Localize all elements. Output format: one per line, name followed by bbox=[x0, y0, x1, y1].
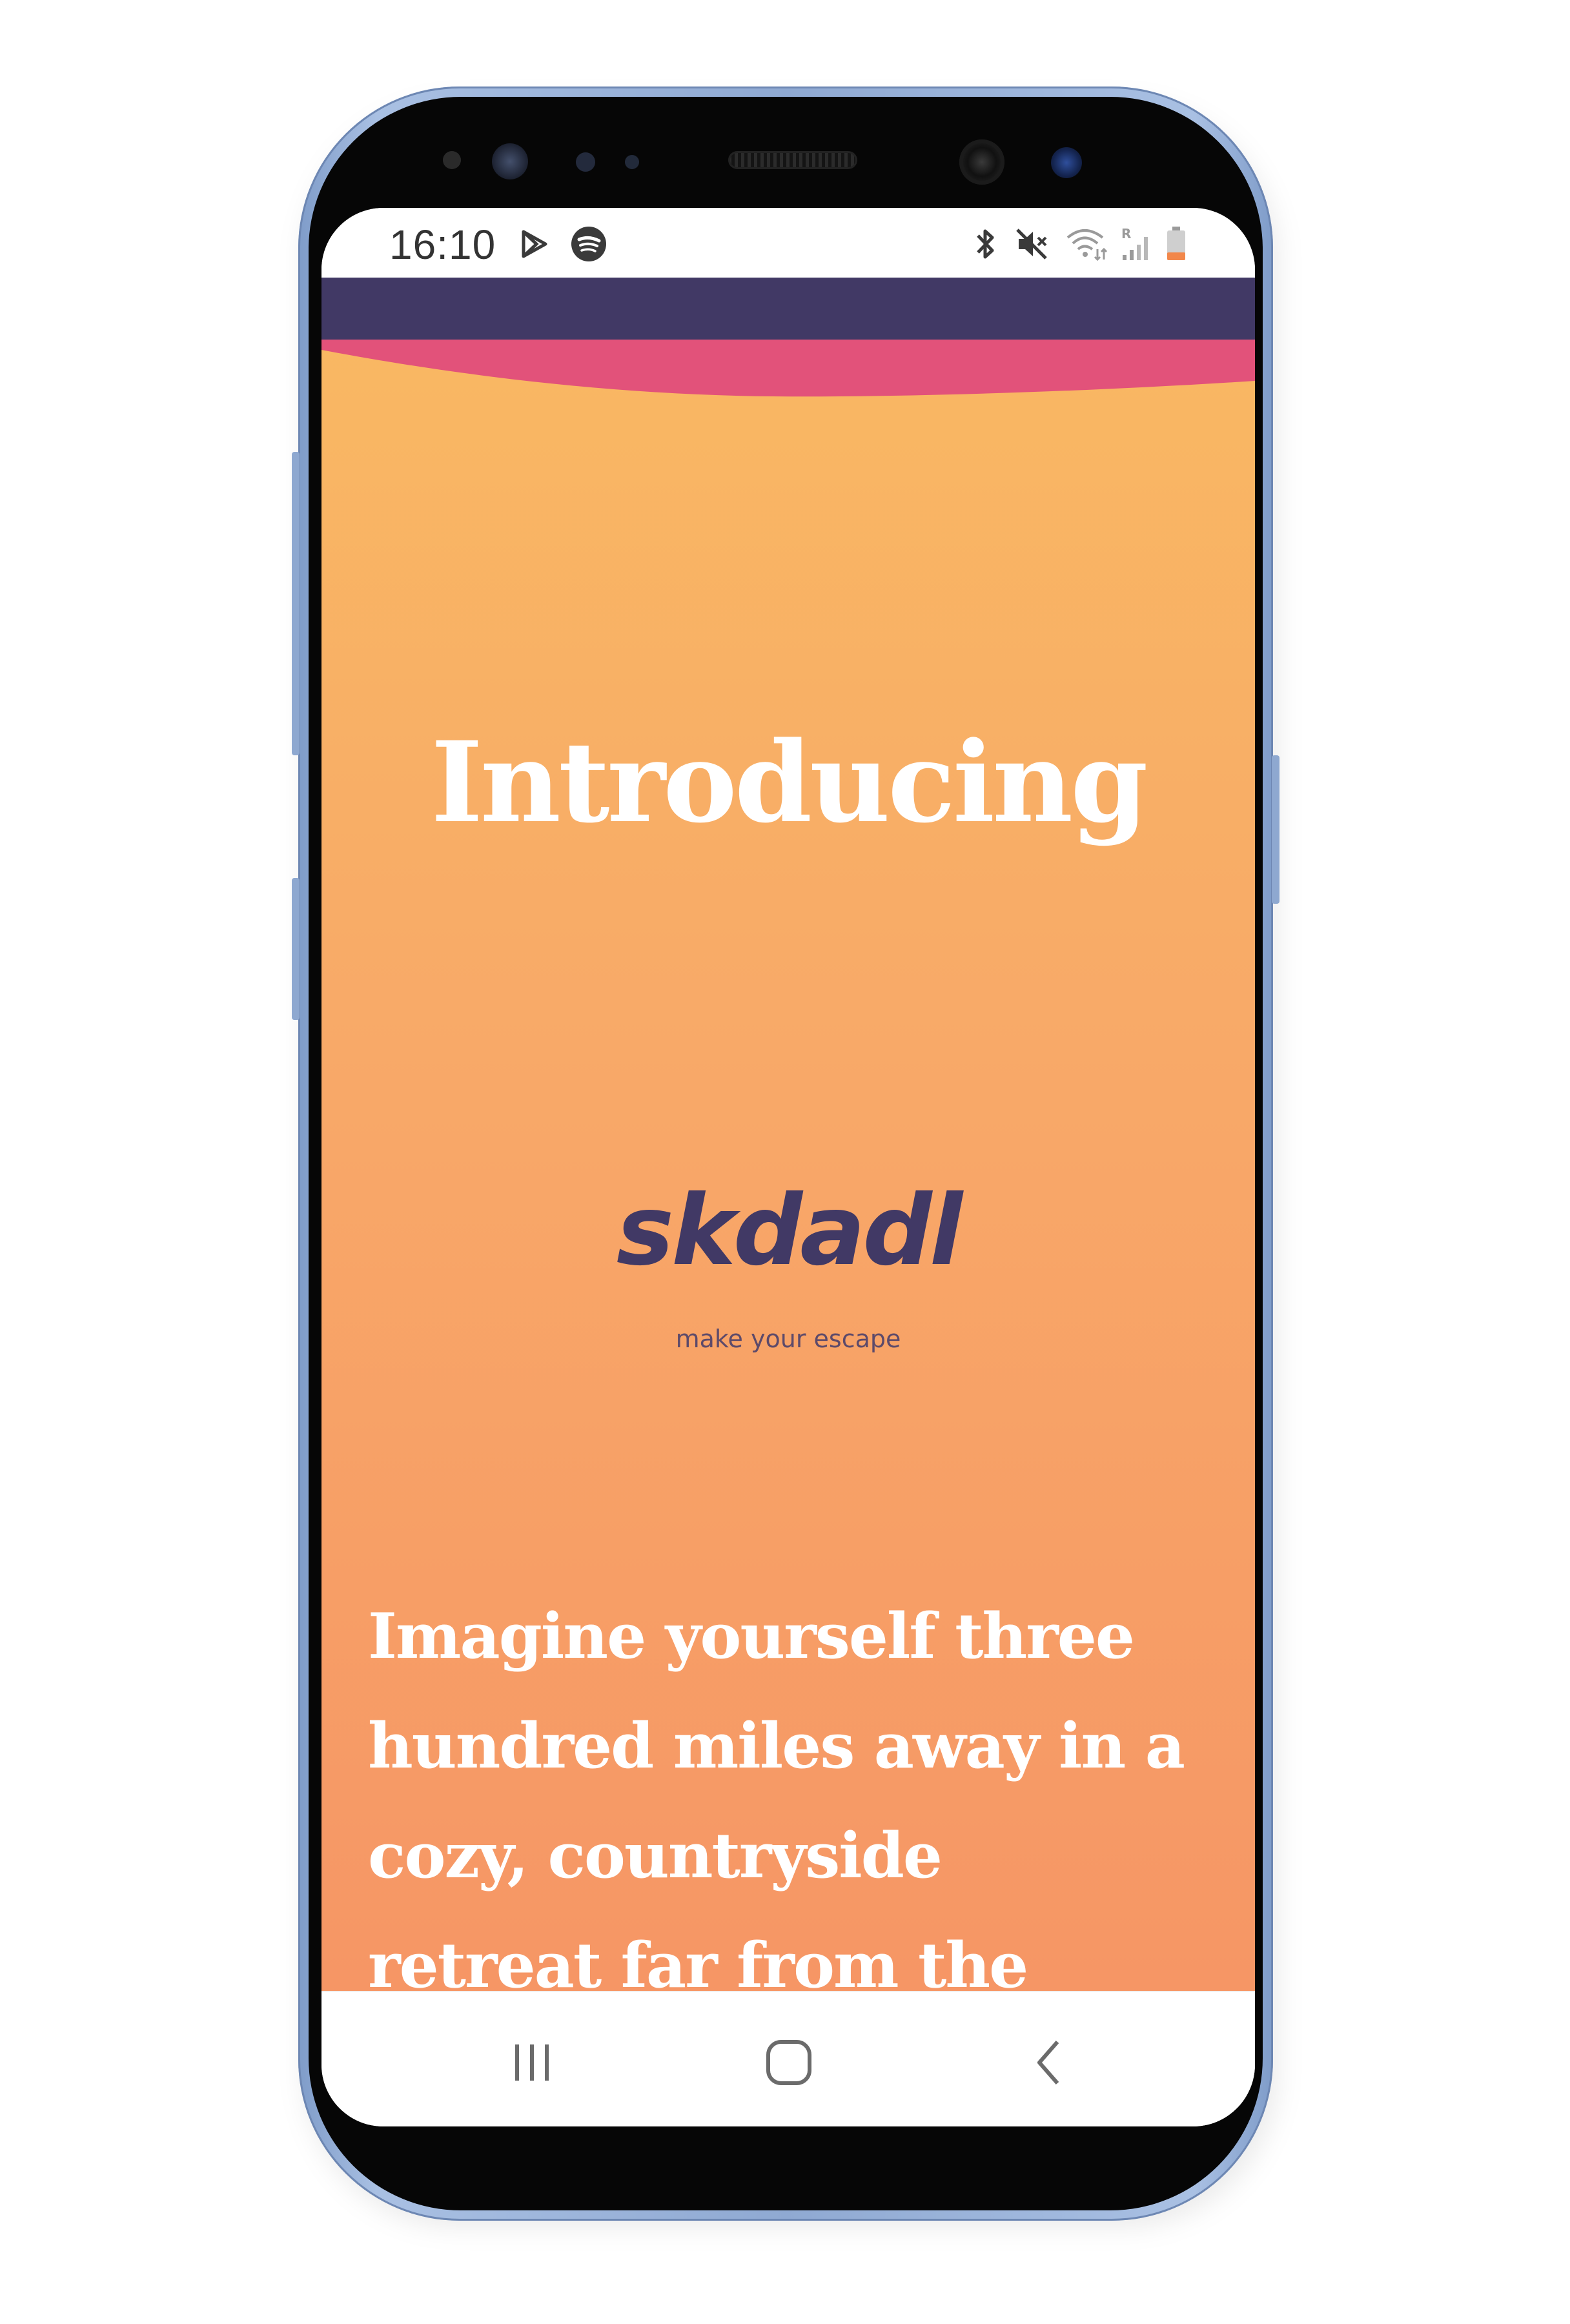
volume-up-button[interactable] bbox=[292, 452, 300, 755]
signal-icon: R bbox=[1114, 225, 1156, 263]
front-camera bbox=[959, 139, 1004, 185]
status-bar: 16:10 R bbox=[321, 208, 1255, 278]
wifi-icon bbox=[1064, 225, 1109, 263]
iris-camera bbox=[1051, 147, 1082, 178]
status-time: 16:10 bbox=[389, 221, 496, 268]
bluetooth-icon bbox=[970, 225, 1002, 263]
iris-scanner bbox=[492, 143, 528, 179]
proximity-sensor bbox=[443, 151, 461, 169]
intro-paragraph: Imagine yourself three hundred miles awa… bbox=[368, 1600, 1185, 1991]
phone-screen: 16:10 R Introducing skdadl make your esc… bbox=[321, 208, 1255, 2126]
recent-apps-icon bbox=[515, 2044, 549, 2081]
battery-icon bbox=[1161, 225, 1192, 263]
play-store-icon bbox=[515, 225, 554, 263]
svg-text:R: R bbox=[1121, 226, 1131, 241]
bixby-button[interactable] bbox=[292, 878, 300, 1020]
home-button[interactable] bbox=[750, 2030, 828, 2095]
header-wave bbox=[321, 278, 1255, 397]
webpage-content[interactable]: Introducing skdadl make your escape Imag… bbox=[321, 278, 1255, 1991]
brand-tagline: make your escape bbox=[675, 1325, 901, 1353]
back-chevron-icon bbox=[1037, 2041, 1059, 2084]
light-sensor bbox=[576, 152, 595, 172]
recent-apps-button[interactable] bbox=[493, 2030, 571, 2095]
power-button[interactable] bbox=[1272, 755, 1279, 904]
spotify-icon bbox=[569, 225, 608, 263]
home-icon bbox=[766, 2040, 811, 2085]
page-headline: Introducing bbox=[431, 717, 1148, 848]
skdadl-logo[interactable]: skdadl bbox=[321, 1175, 1255, 1287]
back-button[interactable] bbox=[1011, 2030, 1088, 2095]
led-indicator bbox=[625, 155, 639, 169]
earpiece-speaker bbox=[728, 151, 857, 169]
device-mockup: 16:10 R Introducing skdadl make your esc… bbox=[0, 0, 1570, 2324]
mute-icon bbox=[1012, 225, 1051, 263]
navigation-bar bbox=[321, 1991, 1255, 2126]
